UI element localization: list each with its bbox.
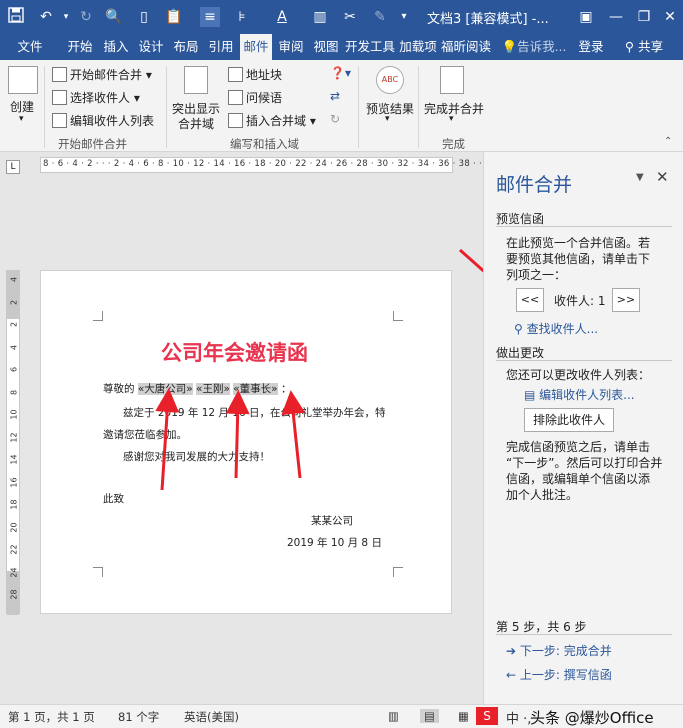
edit-recipient-list-label: 编辑收件人列表... <box>539 388 635 402</box>
find-recipient-label: 查找收件人... <box>526 322 599 336</box>
print-layout-icon[interactable]: ▤ <box>420 709 439 723</box>
recipient-counter: 收件人: 1 <box>554 294 606 308</box>
previous-step-label: 上一步: 撰写信函 <box>519 668 612 682</box>
page-count[interactable]: 第 1 页，共 1 页 <box>8 709 95 725</box>
finish-desc-1: 完成信函预览之后，请单击 <box>506 440 651 454</box>
pane-options-icon[interactable]: ▼ <box>636 172 644 183</box>
section-make-changes: 做出更改 <box>496 346 545 360</box>
arrow-right-icon: ➔ <box>506 644 517 658</box>
finish-desc-3: 信函，或编辑单个信函以添 <box>506 472 651 486</box>
pane-title: 邮件合并 <box>496 174 573 196</box>
step-indicator: 第 5 步，共 6 步 <box>496 620 587 634</box>
language-indicator[interactable]: 英语(美国) <box>184 709 239 725</box>
next-step-link[interactable]: ➔ 下一步: 完成合并 <box>506 642 612 659</box>
sogou-s-icon: S <box>476 707 498 725</box>
exclude-recipient-button[interactable]: 排除此收件人 <box>524 408 614 432</box>
pane-close-icon[interactable]: ✕ <box>656 168 669 186</box>
next-step-label: 下一步: 完成合并 <box>519 644 612 658</box>
arrow-to-field2 <box>225 390 250 479</box>
find-recipient-link[interactable]: ⚲ 查找收件人... <box>514 320 598 337</box>
edit-recipient-list-link[interactable]: ▤ 编辑收件人列表... <box>524 386 635 403</box>
finish-desc-2: “下一步”。然后可以打印合并 <box>506 456 663 470</box>
web-layout-icon[interactable]: ▦ <box>458 709 469 723</box>
read-mode-icon[interactable]: ▥ <box>388 709 399 723</box>
word-count[interactable]: 81 个字 <box>118 709 159 725</box>
preview-desc-2: 要预览其他信函，请单击下 <box>506 252 651 266</box>
edit-list-small-icon: ▤ <box>524 388 536 402</box>
arrow-left-icon: ← <box>506 668 517 682</box>
previous-step-link[interactable]: ← 上一步: 撰写信函 <box>506 666 612 683</box>
magnifier-icon: ⚲ <box>514 322 523 336</box>
previous-recipient-button[interactable]: << <box>516 288 544 312</box>
preview-desc-3: 列项之一： <box>506 268 567 282</box>
finish-desc-4: 加个人批注。 <box>506 488 579 502</box>
ime-status: 中 ·, <box>506 712 532 727</box>
section-preview-letters: 预览信函 <box>496 212 545 226</box>
status-bar: 第 1 页，共 1 页 81 个字 英语(美国) ▥ ▤ ▦ S 中 ·, 头条… <box>0 704 683 728</box>
next-recipient-button[interactable]: >> <box>612 288 640 312</box>
arrow-to-field1 <box>155 388 180 491</box>
arrow-to-field3 <box>281 390 306 479</box>
preview-desc-1: 在此预览一个合并信函。若 <box>506 236 651 250</box>
watermark-text: 头条 @爆炒Office <box>530 709 654 727</box>
mail-merge-pane: 邮件合并 ▼ ✕ 预览信函 在此预览一个合并信函。若 要预览其他信函，请单击下 … <box>483 152 683 704</box>
make-changes-desc: 您还可以更改收件人列表： <box>506 368 651 382</box>
